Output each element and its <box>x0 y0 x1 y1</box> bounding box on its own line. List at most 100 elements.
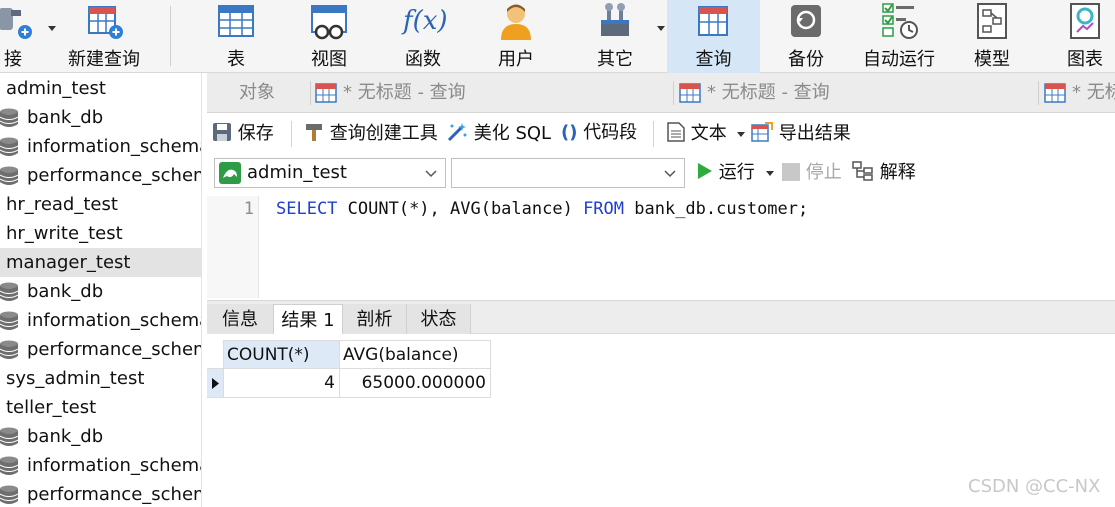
hammer-icon <box>306 124 322 141</box>
beautify-sql-button[interactable]: 美化 SQL <box>446 122 551 146</box>
save-button[interactable]: 保存 <box>212 122 274 146</box>
tree-item-label: hr_write_test <box>6 223 123 244</box>
query-icon <box>697 6 728 36</box>
tree-item-connection[interactable]: hr_write_test <box>0 219 201 248</box>
tab-query-2[interactable]: * 无标题 - 查询 <box>679 73 1037 113</box>
new-query-button[interactable]: 新建查询 <box>64 0 144 73</box>
tab-result-1[interactable]: 结果 1 <box>273 304 343 335</box>
tree-item-database[interactable]: performance_schema <box>0 335 201 364</box>
mysql-connection-icon <box>219 162 241 184</box>
sql-editor[interactable]: 1 SELECT COUNT(*), AVG(balance) FROM ban… <box>207 196 1115 298</box>
tree-item-connection[interactable]: sys_admin_test <box>0 364 201 393</box>
tree-item-label: performance_schema <box>27 339 201 360</box>
watermark: CSDN @CC-NX <box>968 476 1101 497</box>
function-button[interactable]: f(x) 函数 <box>390 0 456 73</box>
query-tab-icon <box>679 83 701 103</box>
text-button[interactable]: 文本 <box>667 122 727 146</box>
magic-wand-icon <box>447 123 467 142</box>
tree-item-database[interactable]: bank_db <box>0 103 201 132</box>
tree-item-database[interactable]: performance_schema <box>0 480 201 507</box>
view-button[interactable]: 视图 <box>296 0 362 73</box>
explain-button[interactable]: 解释 <box>852 161 916 185</box>
connection-button[interactable]: 接 <box>0 0 48 73</box>
model-button[interactable]: 模型 <box>959 0 1025 73</box>
tab-status[interactable]: 状态 <box>407 304 471 335</box>
table-cell[interactable]: 65000.000000 <box>340 369 491 398</box>
tree-item-label: admin_test <box>6 78 106 99</box>
query-button[interactable]: 查询 <box>667 0 760 73</box>
line-gutter: 1 <box>207 196 259 298</box>
table-button[interactable]: 表 <box>203 0 269 73</box>
tree-item-label: information_schema <box>27 310 202 331</box>
column-header[interactable]: AVG(balance) <box>340 340 491 369</box>
other-button[interactable]: 其它 <box>582 0 648 73</box>
query-tab-icon <box>315 83 337 103</box>
tree-item-database[interactable]: bank_db <box>0 422 201 451</box>
tab-query-1-label: * 无标题 - 查询 <box>343 82 466 103</box>
database-select[interactable] <box>451 158 685 188</box>
tree-item-label: performance_schema <box>27 484 201 505</box>
database-icon <box>0 108 18 127</box>
tree-item-connection[interactable]: hr_read_test <box>0 190 201 219</box>
tree-item-database[interactable]: information_schema <box>0 132 201 161</box>
play-icon <box>698 163 712 179</box>
document-icon <box>667 122 685 142</box>
tab-objects[interactable]: 对象 <box>239 73 275 113</box>
tree-item-database[interactable]: information_schema <box>0 451 202 480</box>
column-header[interactable]: COUNT(*) <box>223 340 340 369</box>
tree-item-database[interactable]: information_schema <box>0 306 202 335</box>
query-tab-icon <box>1044 83 1066 103</box>
automation-button[interactable]: 自动运行 <box>858 0 940 73</box>
query-builder-button[interactable]: 查询创建工具 <box>304 122 438 146</box>
line-number: 1 <box>243 199 254 219</box>
tree-item-connection[interactable]: teller_test <box>0 393 201 422</box>
export-results-button[interactable]: 导出结果 <box>751 122 851 146</box>
chevron-down-icon <box>664 170 676 178</box>
tree-item-label: information_schema <box>27 455 202 476</box>
tree-item-label: bank_db <box>27 107 104 128</box>
database-icon <box>0 166 18 185</box>
tree-item-database[interactable]: performance_schema <box>0 161 201 190</box>
database-icon <box>0 485 18 504</box>
tabs-bar: 对象 * 无标题 - 查询 * 无标题 - 查询 * 无标 <box>207 73 1115 113</box>
tab-profile[interactable]: 剖析 <box>343 304 407 335</box>
tree-item-label: manager_test <box>6 252 131 273</box>
tab-query-2-label: * 无标题 - 查询 <box>707 82 830 103</box>
new-query-icon <box>88 6 123 39</box>
sql-line: SELECT COUNT(*), AVG(balance) FROM bank_… <box>276 199 809 219</box>
stop-button[interactable]: 停止 <box>782 161 842 185</box>
tab-query-1[interactable]: * 无标题 - 查询 <box>315 73 673 113</box>
parentheses-icon: () <box>561 122 578 143</box>
connection-tree: admin_test bank_db information_schema perfo… <box>0 73 202 507</box>
tree-item-connection[interactable]: manager_test <box>0 248 201 277</box>
database-icon <box>0 427 18 446</box>
backup-icon <box>791 5 821 37</box>
chart-icon <box>1070 3 1100 39</box>
toolbar-divider <box>653 121 654 147</box>
table-cell[interactable]: 4 <box>223 369 340 398</box>
chevron-down-icon <box>425 170 437 178</box>
user-button[interactable]: 用户 <box>483 0 549 73</box>
backup-button[interactable]: 备份 <box>773 0 839 73</box>
tab-query-3-label: * 无标 <box>1072 82 1115 103</box>
toolbar-divider <box>170 6 171 66</box>
row-selector[interactable] <box>207 369 223 398</box>
tab-divider <box>673 81 674 105</box>
chart-button[interactable]: 图表 <box>1052 0 1115 73</box>
code-snippet-button[interactable]: () 代码段 <box>561 121 637 145</box>
tree-item-connection[interactable]: admin_test <box>0 74 201 103</box>
tree-item-label: hr_read_test <box>6 194 118 215</box>
main-toolbar: 接 新建查询 表 视图 f(x) 函数 用户 其它 查询 备份 自动运行 模型 … <box>0 0 1115 73</box>
tab-query-3[interactable]: * 无标 <box>1044 73 1115 113</box>
run-dropdown-icon[interactable] <box>766 171 774 177</box>
editor-toolbar: 保存 查询创建工具 美化 SQL () 代码段 文本 导出结果 <box>207 114 1115 154</box>
other-dropdown-icon[interactable] <box>656 25 666 33</box>
result-tabs: 信息 结果 1 剖析 状态 <box>207 300 1115 335</box>
tree-item-database[interactable]: bank_db <box>0 277 201 306</box>
text-dropdown-icon[interactable] <box>737 132 745 138</box>
database-icon <box>0 137 18 156</box>
connection-select[interactable]: admin_test <box>214 158 446 188</box>
tab-info[interactable]: 信息 <box>207 304 274 335</box>
connection-dropdown-icon[interactable] <box>47 25 57 33</box>
run-button[interactable]: 运行 <box>697 161 755 185</box>
